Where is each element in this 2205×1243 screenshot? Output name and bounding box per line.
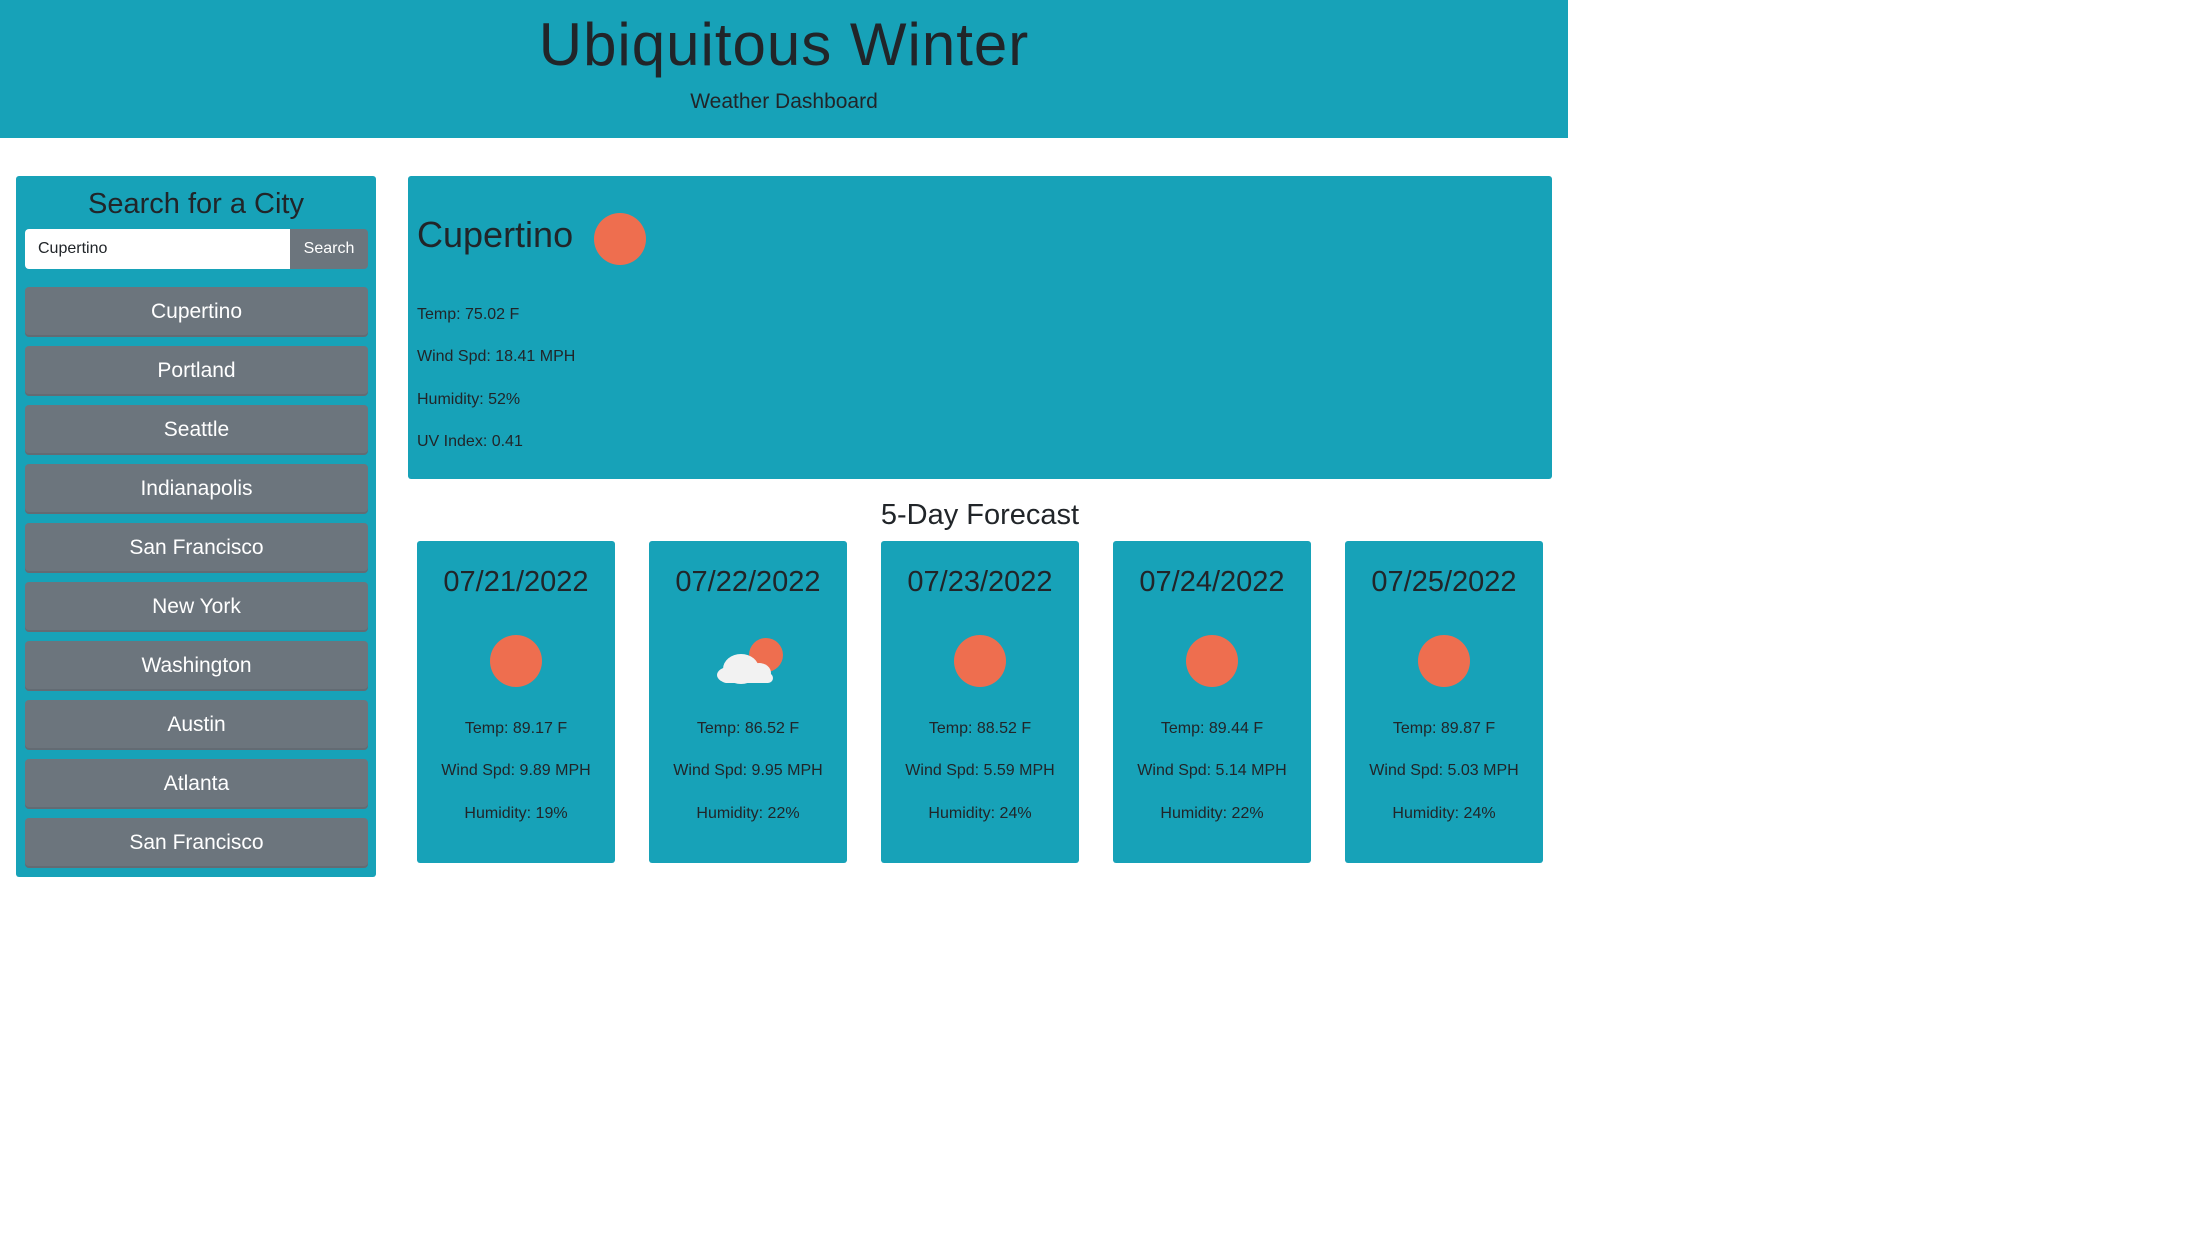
current-weather-panel (408, 176, 1552, 479)
forecast-wind: Wind Spd: 9.95 MPH (673, 762, 823, 779)
forecast-date: 07/25/2022 (1371, 566, 1517, 598)
current-uv-index: UV Index: 0.41 (417, 433, 523, 450)
city-history-button[interactable]: Portland (25, 346, 368, 396)
city-history-button[interactable]: San Francisco (25, 523, 368, 573)
forecast-wind: Wind Spd: 5.03 MPH (1369, 762, 1519, 779)
forecast-temp: Temp: 86.52 F (696, 720, 800, 737)
city-history-button[interactable]: San Francisco (25, 818, 368, 868)
city-history-list: Cupertino Portland Seattle Indianapolis … (25, 287, 368, 877)
forecast-humidity: Humidity: 19% (464, 805, 568, 822)
current-city-name: Cupertino (417, 214, 574, 255)
forecast-date: 07/24/2022 (1139, 566, 1285, 598)
city-history-button[interactable]: Austin (25, 700, 368, 750)
sun-icon (594, 213, 646, 265)
sidebar-title: Search for a City (88, 188, 304, 220)
forecast-wind: Wind Spd: 5.14 MPH (1137, 762, 1287, 779)
forecast-date: 07/22/2022 (675, 566, 821, 598)
forecast-humidity: Humidity: 24% (1392, 805, 1496, 822)
city-search-input[interactable] (25, 229, 290, 269)
forecast-date: 07/21/2022 (443, 566, 589, 598)
forecast-title: 5-Day Forecast (880, 499, 1080, 531)
forecast-date: 07/23/2022 (907, 566, 1053, 598)
forecast-wind: Wind Spd: 5.59 MPH (905, 762, 1055, 779)
forecast-card: 07/25/2022 Temp: 89.87 F Wind Spd: 5.03 … (1345, 541, 1543, 863)
app-title: Ubiquitous Winter (538, 11, 1030, 78)
current-wind: Wind Spd: 18.41 MPH (417, 348, 576, 365)
search-button[interactable]: Search (290, 229, 368, 269)
page-header: Ubiquitous Winter Weather Dashboard (0, 0, 1568, 138)
forecast-humidity: Humidity: 22% (696, 805, 800, 822)
sun-icon (490, 635, 542, 687)
app-subtitle: Weather Dashboard (690, 90, 878, 113)
cloud-sun-icon (717, 638, 783, 684)
current-humidity: Humidity: 52% (417, 391, 521, 408)
city-history-button[interactable]: Washington (25, 641, 368, 691)
city-history-button[interactable]: Cupertino (25, 287, 368, 337)
forecast-temp: Temp: 89.17 F (464, 720, 568, 737)
forecast-card: 07/24/2022 Temp: 89.44 F Wind Spd: 5.14 … (1113, 541, 1311, 863)
forecast-humidity: Humidity: 22% (1160, 805, 1264, 822)
sun-icon (954, 635, 1006, 687)
city-history-button[interactable]: Atlanta (25, 759, 368, 809)
sun-icon (1418, 635, 1470, 687)
forecast-card: 07/22/2022 Temp: 86.52 F Wind Spd: 9.95 … (649, 541, 847, 863)
forecast-wind: Wind Spd: 9.89 MPH (441, 762, 591, 779)
forecast-card: 07/21/2022 Temp: 89.17 F Wind Spd: 9.89 … (417, 541, 615, 863)
forecast-temp: Temp: 88.52 F (928, 720, 1032, 737)
forecast-temp: Temp: 89.87 F (1392, 720, 1496, 737)
city-history-button[interactable]: Seattle (25, 405, 368, 455)
forecast-humidity: Humidity: 24% (928, 805, 1032, 822)
city-history-button[interactable]: Indianapolis (25, 464, 368, 514)
city-history-button[interactable]: New York (25, 582, 368, 632)
current-temp: Temp: 75.02 F (417, 306, 520, 323)
forecast-temp: Temp: 89.44 F (1160, 720, 1264, 737)
sun-icon (1186, 635, 1238, 687)
forecast-card: 07/23/2022 Temp: 88.52 F Wind Spd: 5.59 … (881, 541, 1079, 863)
